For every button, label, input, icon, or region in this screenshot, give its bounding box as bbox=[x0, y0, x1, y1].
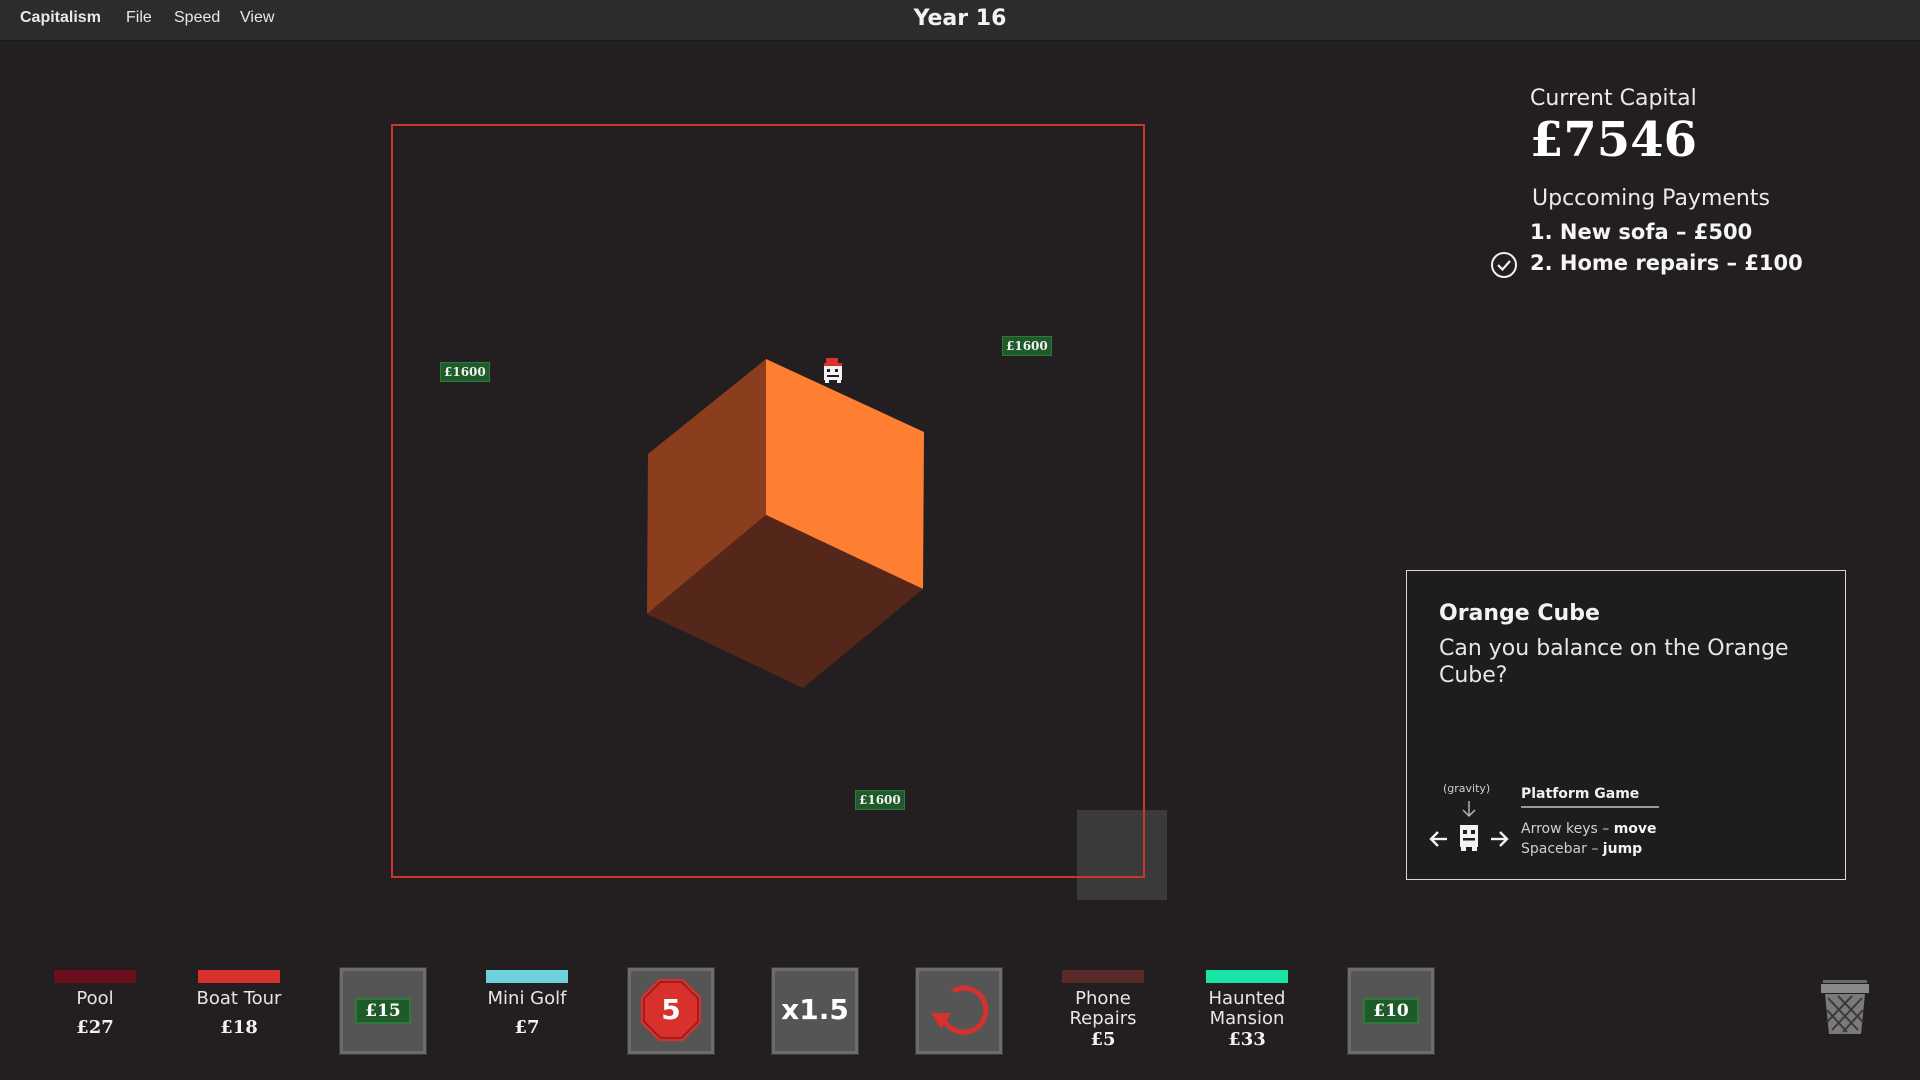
game-mode-title: Platform Game bbox=[1521, 786, 1659, 808]
checkmark-circle-icon bbox=[1491, 252, 1517, 278]
color-swatch bbox=[1062, 970, 1144, 983]
arrow-right-icon bbox=[1491, 831, 1509, 847]
dock-item-name-line: Haunted bbox=[1208, 988, 1286, 1009]
dock-item-name-line: Phone bbox=[1075, 988, 1131, 1009]
dock-item-name-line: Repairs bbox=[1069, 1008, 1137, 1029]
color-swatch bbox=[198, 970, 280, 983]
dock-item-price: £5 bbox=[1090, 1029, 1116, 1050]
player-icon bbox=[1460, 825, 1478, 851]
money-badge: £15 bbox=[355, 998, 411, 1024]
dock-item-name: Boat Tour bbox=[196, 988, 282, 1009]
undo-tile[interactable] bbox=[915, 967, 1003, 1055]
color-swatch bbox=[486, 970, 568, 983]
speed-multiplier-tile[interactable]: x1.5 bbox=[771, 967, 859, 1055]
dock-item-price: £27 bbox=[76, 1017, 114, 1038]
control-key: Arrow keys bbox=[1521, 821, 1598, 837]
stop-tile-value: 5 bbox=[661, 993, 681, 1026]
dock-item-name-line: Mansion bbox=[1209, 1008, 1285, 1029]
dock-item-price: £33 bbox=[1228, 1029, 1266, 1050]
gravity-down-arrow-icon bbox=[1462, 801, 1476, 817]
payment-item: 1. New sofa – £500 bbox=[1530, 220, 1753, 244]
gravity-label: (gravity) bbox=[1443, 782, 1491, 795]
control-action: move bbox=[1613, 821, 1657, 837]
undo-icon bbox=[931, 985, 989, 1035]
dock-item-name: Mini Golf bbox=[487, 988, 567, 1009]
dock-item-mini-golf[interactable]: Mini Golf £7 bbox=[472, 965, 582, 1038]
dock-item-phone-repairs[interactable]: Phone Repairs £5 bbox=[1048, 965, 1158, 1050]
current-capital-value: £7546 bbox=[1530, 112, 1697, 168]
dock-item-haunted-mansion[interactable]: Haunted Mansion £33 bbox=[1192, 965, 1302, 1050]
year-title: Year 16 bbox=[913, 6, 1007, 31]
dock-item-price: £18 bbox=[220, 1017, 258, 1038]
upcoming-payments-label: Upccoming Payments bbox=[1532, 186, 1770, 211]
control-hint: Spacebar – jump bbox=[1521, 841, 1643, 857]
money-tile[interactable]: £15 bbox=[339, 967, 427, 1055]
dock-item-pool[interactable]: Pool £27 bbox=[40, 965, 150, 1038]
money-tile[interactable]: £10 bbox=[1347, 967, 1435, 1055]
arrow-left-icon bbox=[1429, 831, 1447, 847]
current-capital-label: Current Capital bbox=[1530, 86, 1697, 111]
menu-bar: Capitalism File Speed View Year 16 bbox=[0, 0, 1920, 41]
money-pickup: £1600 bbox=[1002, 336, 1052, 356]
stop-tile[interactable]: 5 bbox=[627, 967, 715, 1055]
color-swatch bbox=[1206, 970, 1288, 983]
dock-item-price: £7 bbox=[514, 1017, 540, 1038]
color-swatch bbox=[54, 970, 136, 983]
level-title: Orange Cube bbox=[1439, 601, 1600, 626]
dock-item-name: Phone Repairs bbox=[1048, 989, 1158, 1029]
level-description: Can you balance on the Orange Cube? bbox=[1439, 636, 1789, 688]
trash-icon[interactable] bbox=[1820, 978, 1870, 1038]
control-action: jump bbox=[1602, 841, 1643, 857]
orange-cube bbox=[647, 359, 924, 688]
control-key: Spacebar bbox=[1521, 841, 1587, 857]
game-canvas[interactable]: £1600 £1600 £1600 bbox=[391, 124, 1145, 878]
dock-item-name: Pool bbox=[76, 988, 114, 1009]
control-hint: Arrow keys – move bbox=[1521, 821, 1657, 837]
money-pickup: £1600 bbox=[855, 790, 905, 810]
speed-multiplier-value: x1.5 bbox=[781, 993, 849, 1026]
player-icon bbox=[824, 358, 842, 383]
dock-item-boat-tour[interactable]: Boat Tour £18 bbox=[184, 965, 294, 1038]
money-pickup: £1600 bbox=[440, 362, 490, 382]
money-badge: £10 bbox=[1363, 998, 1419, 1024]
payment-item: 2. Home repairs – £100 bbox=[1530, 251, 1803, 275]
dock-item-name: Haunted Mansion bbox=[1192, 989, 1302, 1029]
controls-diagram bbox=[1429, 801, 1509, 851]
level-info-card: Orange Cube Can you balance on the Orang… bbox=[1406, 570, 1846, 880]
